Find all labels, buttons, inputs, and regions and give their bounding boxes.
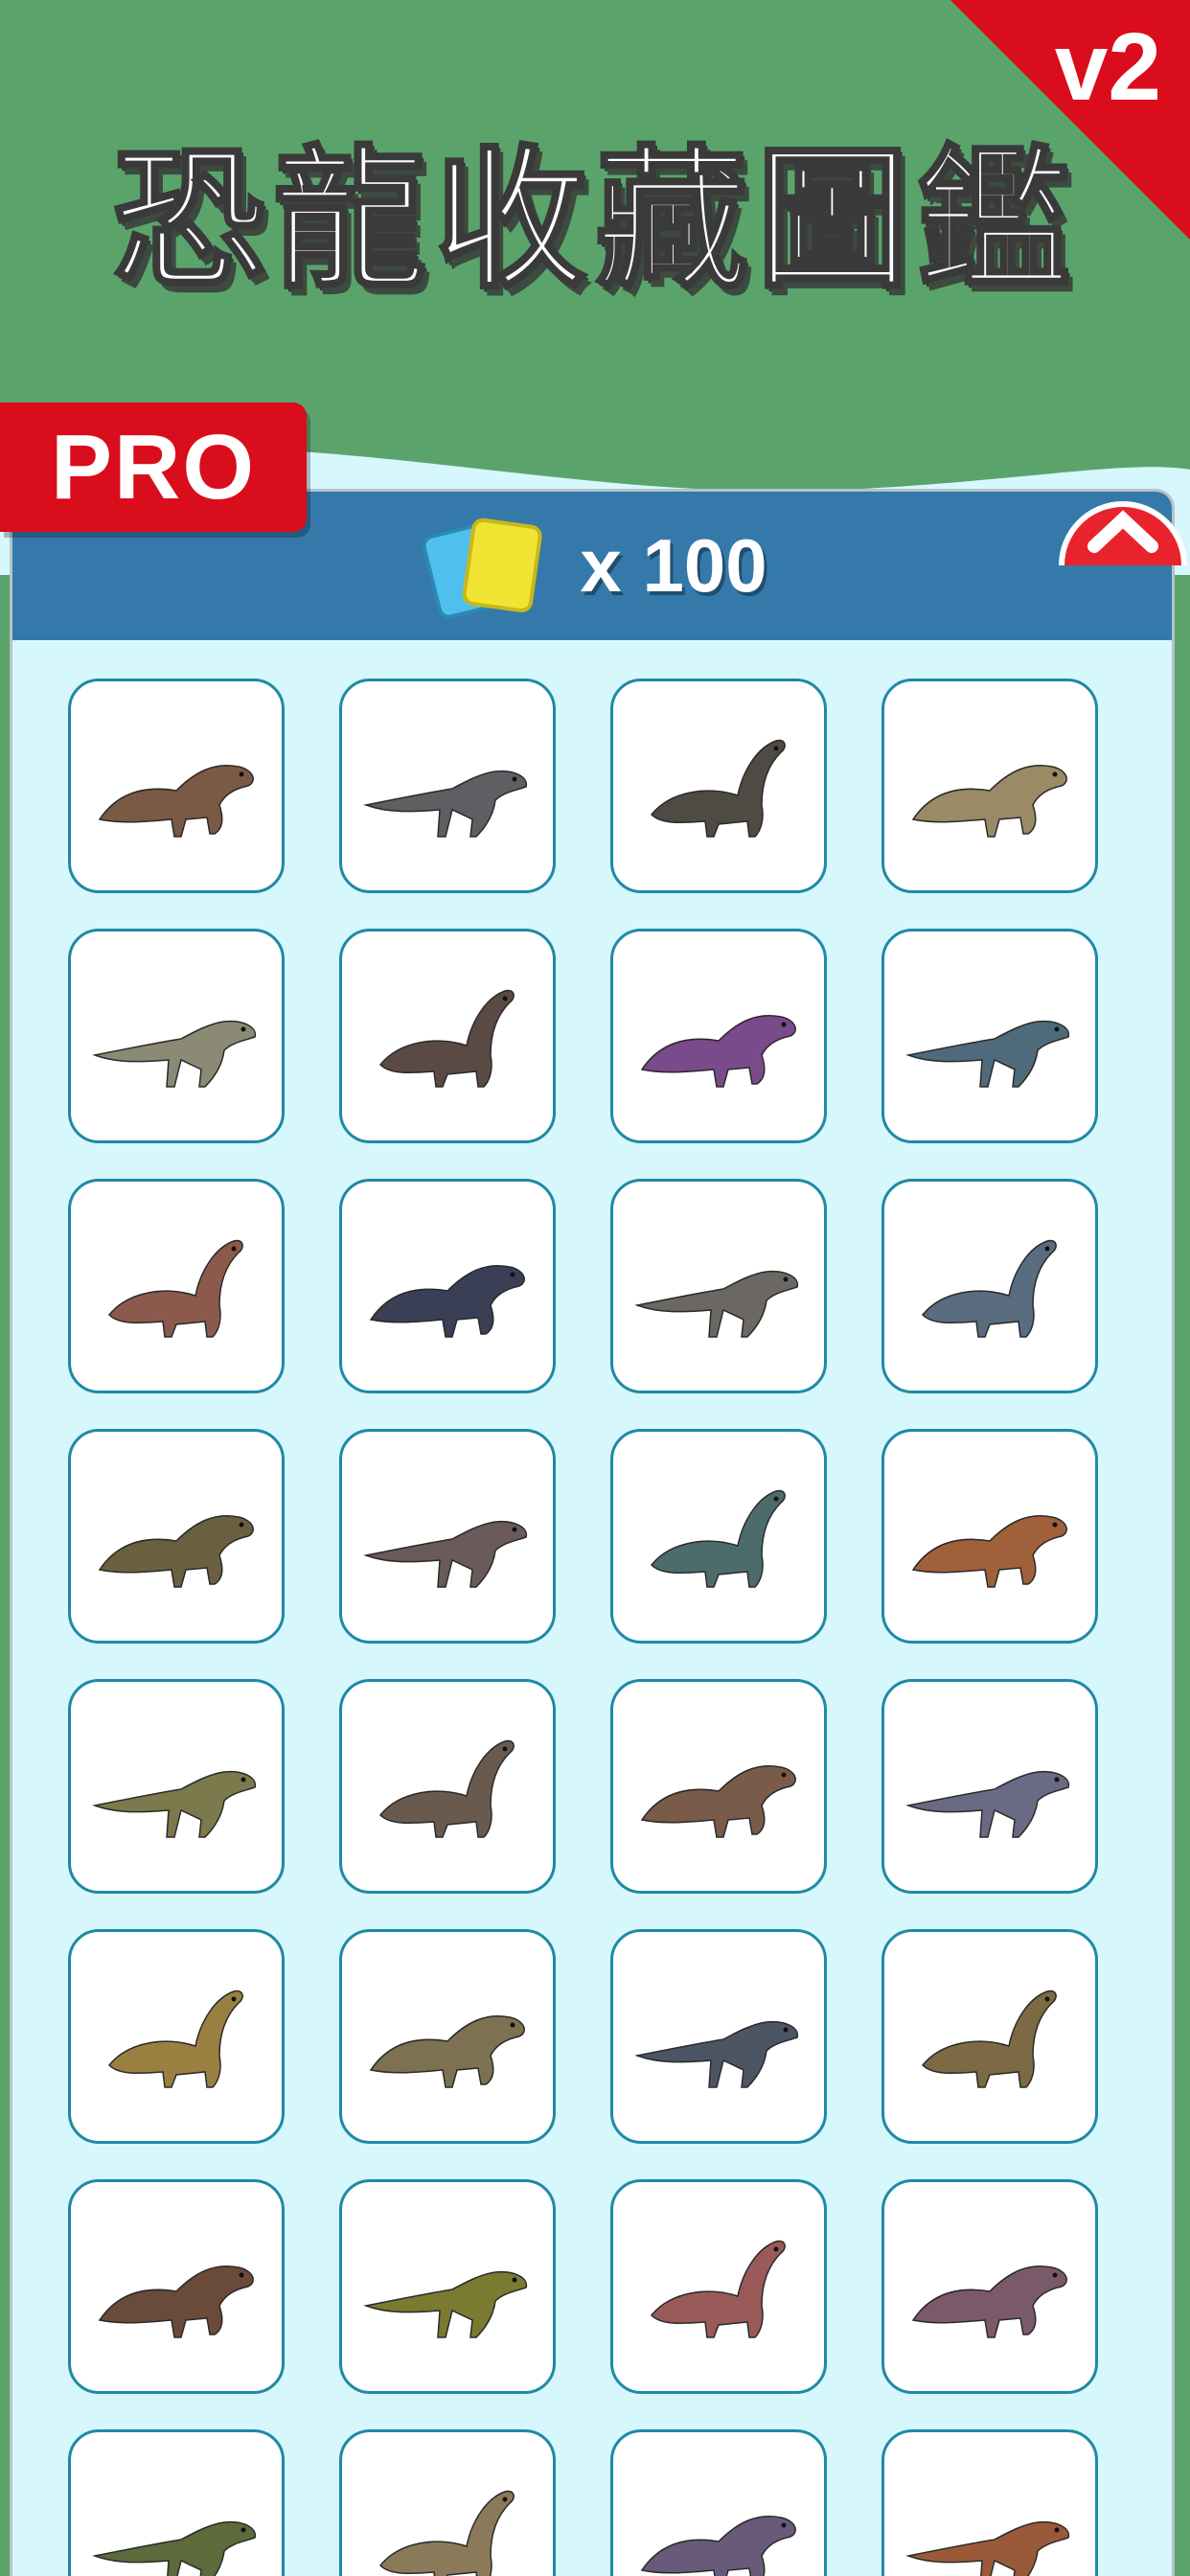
close-button[interactable] [1056, 498, 1190, 565]
dinosaur-card[interactable] [339, 1929, 556, 2144]
dinosaur-card[interactable] [610, 1679, 827, 1894]
currency-count: x 100 [580, 523, 767, 608]
dinosaur-icon [650, 1489, 786, 1588]
dinosaur-card[interactable] [610, 1929, 827, 2144]
dinosaur-card[interactable] [881, 1429, 1098, 1644]
dinosaur-card[interactable] [881, 929, 1098, 1143]
dinosaur-card[interactable] [339, 2429, 556, 2576]
dinosaur-icon [378, 1739, 515, 1838]
dinosaur-card[interactable] [881, 2429, 1098, 2576]
dinosaur-card[interactable] [881, 1929, 1098, 2144]
cards-icon [417, 514, 551, 619]
dinosaur-icon [921, 1990, 1057, 2088]
dinosaur-icon [640, 1015, 796, 1088]
pro-badge: PRO [0, 402, 307, 532]
dinosaur-icon [369, 1265, 525, 1338]
dinosaur-icon [92, 1770, 257, 1838]
dinosaur-icon [911, 765, 1067, 838]
dinosaur-card[interactable] [68, 1929, 285, 2144]
dinosaur-icon [640, 1765, 796, 1838]
dinosaur-card[interactable] [881, 678, 1098, 893]
dinosaur-icon [905, 1020, 1070, 1088]
dinosaur-card[interactable] [68, 2429, 285, 2576]
dinosaur-icon [369, 2015, 525, 2088]
dinosaur-icon [650, 2240, 786, 2338]
dinosaur-card[interactable] [610, 2429, 827, 2576]
dinosaur-card[interactable] [610, 678, 827, 893]
dinosaur-icon [98, 765, 254, 838]
dinosaur-card[interactable] [68, 1679, 285, 1894]
dinosaur-card[interactable] [881, 1179, 1098, 1393]
dinosaur-card[interactable] [339, 2179, 556, 2394]
dinosaur-icon [363, 2270, 528, 2338]
dinosaur-icon [911, 1515, 1067, 1588]
dinosaur-card[interactable] [68, 1429, 285, 1644]
dinosaur-icon [911, 2266, 1067, 2338]
dinosaur-icon [905, 2520, 1070, 2576]
dinosaur-card[interactable] [339, 1179, 556, 1393]
dinosaur-card[interactable] [68, 1179, 285, 1393]
dinosaur-icon [378, 989, 515, 1088]
dinosaur-card[interactable] [339, 1679, 556, 1894]
dinosaur-card[interactable] [68, 929, 285, 1143]
dinosaur-card[interactable] [881, 2179, 1098, 2394]
dinosaur-icon [92, 2520, 257, 2576]
dinosaur-card[interactable] [881, 1679, 1098, 1894]
dinosaur-grid [68, 678, 1104, 2576]
collection-panel: x 100 [10, 489, 1175, 2576]
dinosaur-icon [363, 1520, 528, 1588]
dinosaur-icon [378, 2490, 515, 2576]
close-icon [1059, 501, 1187, 565]
dinosaur-card[interactable] [610, 929, 827, 1143]
dinosaur-icon [107, 1990, 243, 2088]
dinosaur-icon [650, 739, 786, 838]
dinosaur-icon [107, 1239, 243, 1338]
version-badge: v2 [1054, 13, 1161, 121]
version-ribbon: v2 [903, 0, 1190, 240]
dinosaur-card[interactable] [339, 678, 556, 893]
dinosaur-card[interactable] [610, 1429, 827, 1644]
dinosaur-card[interactable] [68, 2179, 285, 2394]
dinosaur-card[interactable] [339, 929, 556, 1143]
dinosaur-card[interactable] [339, 1429, 556, 1644]
pro-badge-label: PRO [50, 415, 257, 518]
dinosaur-icon [98, 1515, 254, 1588]
dinosaur-icon [634, 2020, 799, 2088]
dinosaur-card[interactable] [610, 1179, 827, 1393]
dinosaur-card[interactable] [610, 2179, 827, 2394]
dinosaur-icon [921, 1239, 1057, 1338]
dinosaur-icon [98, 2266, 254, 2338]
dinosaur-icon [92, 1020, 257, 1088]
dinosaur-icon [634, 1270, 799, 1338]
dinosaur-card[interactable] [68, 678, 285, 893]
dinosaur-icon [905, 1770, 1070, 1838]
dinosaur-icon [640, 2516, 796, 2576]
dinosaur-icon [363, 770, 528, 838]
